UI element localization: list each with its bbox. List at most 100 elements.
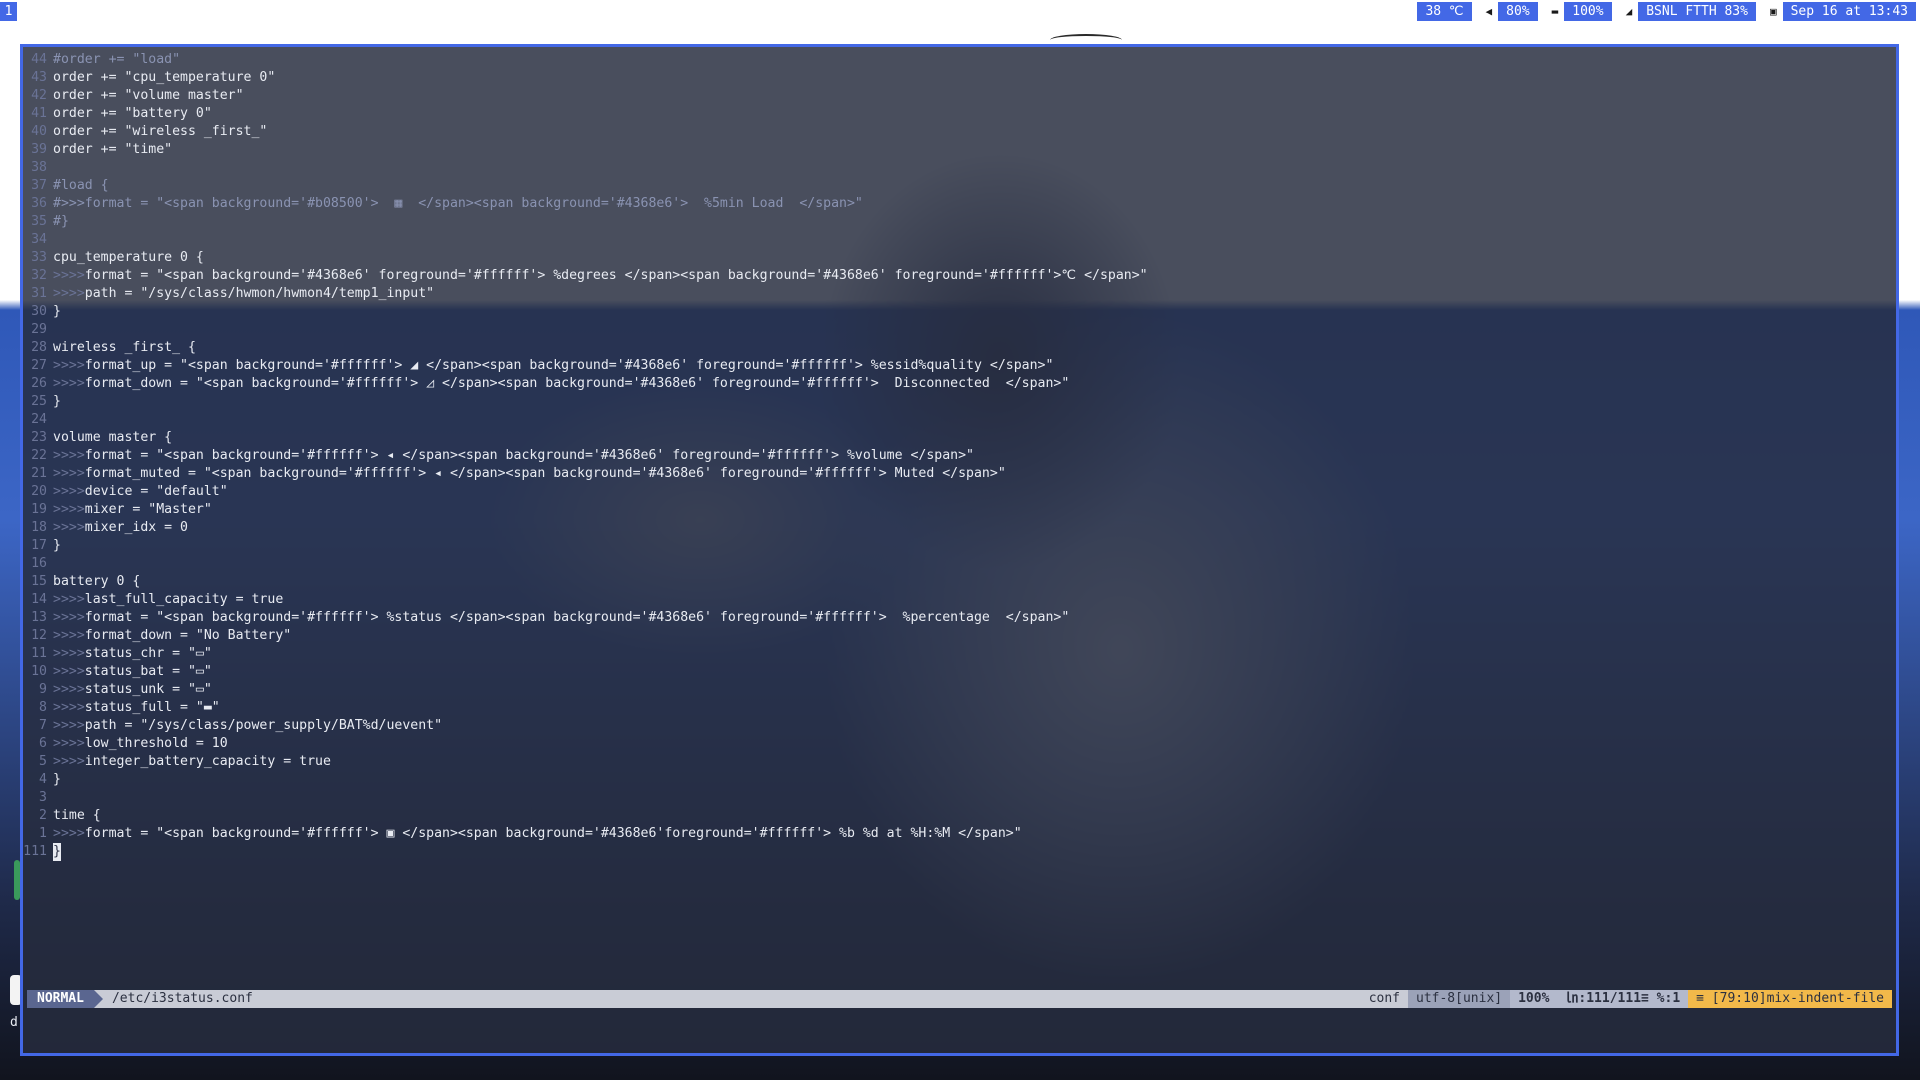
file-path: /etc/i3status.conf [111, 991, 253, 1006]
terminal-window[interactable]: 44 #order += "load" 43 order += "cpu_temper… [20, 44, 1899, 1056]
code-line[interactable]: 35 #} [23, 213, 1896, 231]
status-block[interactable]: ◀ 80% [1480, 2, 1538, 21]
code-line[interactable]: 22 >>>> format = "<span background='#fffff… [23, 447, 1896, 465]
code-line[interactable]: 40 order += "wireless _first_" [23, 123, 1896, 141]
line-number: 29 [31, 322, 47, 337]
code-line[interactable]: 34 [23, 231, 1896, 249]
code-line[interactable]: 28 wireless _first_ { [23, 339, 1896, 357]
code-line[interactable]: 17} [23, 537, 1896, 555]
code-line[interactable]: 10 >>>> status_bat = "▭" [23, 663, 1896, 681]
line-number: 6 [39, 736, 47, 751]
code-text: format = "<span background='#ffffff'> ▣ … [84, 826, 1022, 841]
code-text: order += "time" [53, 142, 173, 157]
code-line[interactable]: 38 [23, 159, 1896, 177]
indent-marker: >>>> [53, 718, 85, 733]
code-line[interactable]: 43 order += "cpu_temperature 0" [23, 69, 1896, 87]
volume-icon: ◀ [1485, 5, 1493, 18]
line-number: 7 [39, 718, 47, 733]
code-line[interactable]: 39 order += "time" [23, 141, 1896, 159]
code-line[interactable]: 29 [23, 321, 1896, 339]
indent-marker: >>>> [53, 466, 85, 481]
status-value: Sep 16 at 13:43 [1782, 2, 1916, 21]
code-text: status_bat = "▭" [84, 664, 212, 679]
status-value: 100% [1564, 2, 1612, 21]
code-line[interactable]: 24 [23, 411, 1896, 429]
indent-marker: >>>> [53, 484, 85, 499]
code-line[interactable]: 6 >>>> low_threshold = 10 [23, 735, 1896, 753]
line-number: 12 [31, 628, 47, 643]
code-line[interactable]: 4} [23, 771, 1896, 789]
vim-editor[interactable]: 44 #order += "load" 43 order += "cpu_temper… [23, 51, 1896, 991]
code-line[interactable]: 25} [23, 393, 1896, 411]
code-text: } [53, 394, 61, 409]
code-text: format_down = "No Battery" [84, 628, 292, 643]
code-line[interactable]: 16 [23, 555, 1896, 573]
status-block[interactable]: ◢ BSNL FTTH 83% [1620, 2, 1756, 21]
code-text: format_muted = "<span background='#fffff… [84, 466, 1006, 481]
line-number: 36 [31, 196, 47, 211]
line-number: 40 [31, 124, 47, 139]
code-line[interactable]: 21 >>>> format_muted = "<span background='… [23, 465, 1896, 483]
line-number: 14 [31, 592, 47, 607]
code-line[interactable]: 15 battery 0 { [23, 573, 1896, 591]
code-line[interactable]: 20 >>>> device = "default" [23, 483, 1896, 501]
code-text: wireless _first_ { [53, 340, 196, 355]
code-line[interactable]: 37 #load { [23, 177, 1896, 195]
line-number: 20 [31, 484, 47, 499]
code-line[interactable]: 30} [23, 303, 1896, 321]
code-line[interactable]: 33 cpu_temperature 0 { [23, 249, 1896, 267]
code-line[interactable]: 19 >>>> mixer = "Master" [23, 501, 1896, 519]
line-number: 16 [31, 556, 47, 571]
code-text: mixer_idx = 0 [84, 520, 188, 535]
code-line[interactable]: 8 >>>> status_full = "▬" [23, 699, 1896, 717]
status-block[interactable]: ▬ 100% [1546, 2, 1612, 21]
vim-mode-indicator: NORMAL [27, 990, 103, 1008]
code-line[interactable]: 12 >>>> format_down = "No Battery" [23, 627, 1896, 645]
code-line[interactable]: 32 >>>> format = "<span background='#4368e… [23, 267, 1896, 285]
code-text: format_up = "<span background='#ffffff'>… [84, 358, 1054, 373]
code-line[interactable]: 13 >>>> format = "<span background='#fffff… [23, 609, 1896, 627]
code-text: #} [53, 214, 69, 229]
code-text: #>>>format = "<span background='#b08500'… [53, 196, 863, 211]
status-block[interactable]: 38 ℃ [1417, 2, 1472, 21]
statusline-right: conf utf-8[unix] 100% ㏑:111/111≡ %:1 ≡ [… [1361, 990, 1892, 1008]
indent-marker: >>>> [53, 826, 85, 841]
code-line[interactable]: 31 >>>> path = "/sys/class/hwmon/hwmon4/te… [23, 285, 1896, 303]
code-line[interactable]: 26 >>>> format_down = "<span background='#… [23, 375, 1896, 393]
line-number: 3 [39, 790, 47, 805]
code-line[interactable]: 42 order += "volume master" [23, 87, 1896, 105]
code-text: } [53, 772, 61, 787]
line-number: 18 [31, 520, 47, 535]
filetype-label: conf [1368, 991, 1400, 1006]
code-line[interactable]: 2 time { [23, 807, 1896, 825]
whitespace-warning: ≡ [79:10]mix-indent-file [1688, 990, 1892, 1008]
indent-marker: >>>> [53, 700, 85, 715]
vim-statusline: NORMAL /etc/i3status.conf conf utf-8[uni… [27, 990, 1892, 1008]
code-line[interactable]: 7 >>>> path = "/sys/class/power_supply/BAT… [23, 717, 1896, 735]
code-line[interactable]: 3 [23, 789, 1896, 807]
indent-marker: >>>> [53, 268, 85, 283]
status-block[interactable]: ▣ Sep 16 at 13:43 [1764, 2, 1916, 21]
code-line[interactable]: 9 >>>> status_unk = "▭" [23, 681, 1896, 699]
code-line[interactable]: 27 >>>> format_up = "<span background='#ff… [23, 357, 1896, 375]
code-line[interactable]: 41 order += "battery 0" [23, 105, 1896, 123]
line-number: 111 [23, 844, 47, 859]
code-line[interactable]: 5 >>>> integer_battery_capacity = true [23, 753, 1896, 771]
line-number: 42 [31, 88, 47, 103]
code-line[interactable]: 1 >>>> format = "<span background='#ffffff… [23, 825, 1896, 843]
line-number: 31 [31, 286, 47, 301]
code-line[interactable]: 18 >>>> mixer_idx = 0 [23, 519, 1896, 537]
wifi-icon: ◢ [1625, 5, 1633, 18]
code-text: format = "<span background='#4368e6' for… [84, 268, 1148, 283]
code-line[interactable]: 23 volume master { [23, 429, 1896, 447]
code-line[interactable]: 44 #order += "load" [23, 51, 1896, 69]
code-line[interactable]: 111} [23, 843, 1896, 861]
code-line[interactable]: 36 #>>>format = "<span background='#b0850… [23, 195, 1896, 213]
code-line[interactable]: 14 >>>> last_full_capacity = true [23, 591, 1896, 609]
line-number: 17 [31, 538, 47, 553]
line-number: 39 [31, 142, 47, 157]
workspace-indicator[interactable]: 1 [0, 2, 17, 21]
line-number: 25 [31, 394, 47, 409]
code-line[interactable]: 11 >>>> status_chr = "▭" [23, 645, 1896, 663]
code-text: status_chr = "▭" [84, 646, 212, 661]
